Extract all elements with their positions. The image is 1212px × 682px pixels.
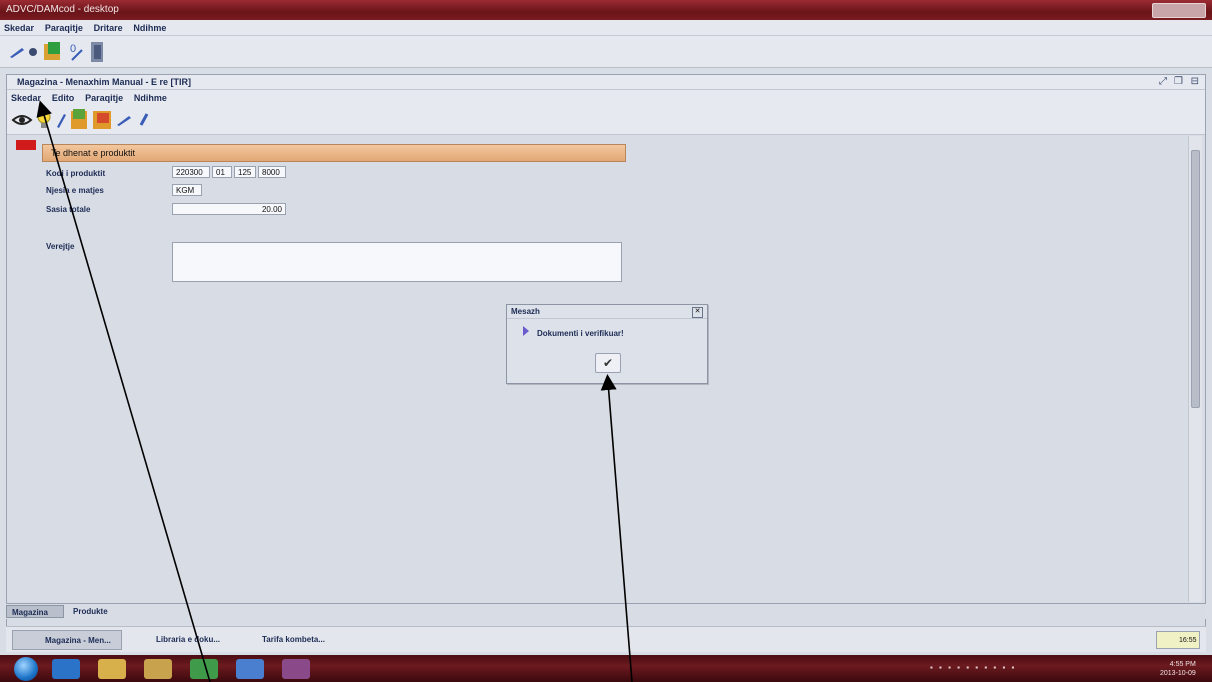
close-window-icon[interactable]: ⊟ [1191, 76, 1199, 87]
menu-ndihme[interactable]: Ndihme [129, 20, 170, 36]
inner-toolbar [7, 105, 1205, 135]
app-menu-bar: Skedar Paraqitje Dritare Ndihme [0, 20, 1212, 36]
os-title-bar: ADVC/DAMcod - desktop [0, 0, 1212, 20]
bottom-tabs: Magazina Produkte [6, 603, 1206, 619]
field-label-unit: Njesia e matjes [46, 186, 104, 195]
task-tarifa[interactable]: Tarifa kombeta... [230, 630, 340, 650]
inner-menu-bar: Skedar Edito Paraqitje Ndihme [7, 90, 1205, 105]
task-tarifa-label: Tarifa kombeta... [262, 635, 325, 644]
product-code-part2-input[interactable]: 01 [212, 166, 232, 178]
unit-input[interactable]: KGM [172, 184, 202, 196]
view-eye-icon[interactable] [11, 111, 33, 129]
task-magazina-label: Magazina - Men... [45, 636, 111, 645]
inner-menu-ndihme[interactable]: Ndihme [130, 90, 171, 106]
total-quantity-input[interactable]: 20.00 [172, 203, 286, 215]
task-libraria-label: Libraria e doku... [156, 635, 221, 644]
os-window-title: ADVC/DAMcod - desktop [6, 4, 119, 15]
menu-skedar[interactable]: Skedar [0, 20, 38, 36]
maximize-icon[interactable]: ❐ [1174, 76, 1183, 87]
inner-menu-paraqitje[interactable]: Paraqitje [81, 90, 127, 106]
menu-paraqitje[interactable]: Paraqitje [41, 20, 87, 36]
media-icon[interactable] [144, 659, 172, 679]
window-controls[interactable] [1152, 3, 1206, 18]
attach-icon[interactable] [137, 111, 151, 127]
field-label-notes: Verejtje [46, 242, 75, 251]
system-date: 2013-10-09 [1160, 670, 1196, 677]
ok-button[interactable]: ✔ [595, 353, 621, 373]
notes-textarea[interactable] [172, 242, 622, 282]
folder-icon[interactable] [98, 659, 126, 679]
section-header: Te dhenat e produktit [42, 144, 626, 162]
pencil-edit-icon[interactable] [55, 111, 67, 129]
tab-magazina[interactable]: Magazina [6, 605, 64, 618]
task-magazina[interactable]: Magazina - Men... [12, 630, 122, 650]
system-clock[interactable]: 4:55 PM 2013-10-09 [1160, 660, 1196, 678]
vertical-scrollbar[interactable] [1188, 136, 1202, 602]
print-doc-icon[interactable] [91, 107, 113, 131]
product-code-part1-input[interactable]: 220300 [172, 166, 210, 178]
verify-lightbulb-icon[interactable] [35, 109, 53, 131]
dialog-title: Mesazh [511, 307, 540, 316]
restore-icon[interactable]: ⤢ [1159, 76, 1167, 87]
save-doc-icon[interactable] [69, 107, 89, 131]
inner-menu-edito[interactable]: Edito [48, 90, 79, 106]
pencil-icon[interactable] [8, 45, 26, 59]
system-time: 4:55 PM [1169, 661, 1196, 668]
word-icon[interactable] [236, 659, 264, 679]
windows-taskbar: ▪ ▪ ▪ ▪ ▪ ▪ ▪ ▪ ▪ ▪ 4:55 PM 2013-10-09 [0, 655, 1212, 682]
app-toolbar: 0 [0, 36, 1212, 68]
task-libraria[interactable]: Libraria e doku... [124, 630, 228, 650]
scroll-thumb[interactable] [1191, 150, 1200, 408]
message-dialog: Mesazh ✕ Dokumenti i verifikuar! ✔ [506, 304, 708, 384]
dialog-title-bar: Mesazh ✕ [507, 305, 707, 319]
product-code-part4-input[interactable]: 8000 [258, 166, 286, 178]
brush-icon[interactable] [115, 113, 133, 127]
inner-window-title: Magazina - Menaxhim Manual - E re [TIR] [17, 77, 192, 87]
status-flag-icon [16, 140, 36, 150]
excel-icon[interactable] [190, 659, 218, 679]
app-clock: 16:55 [1156, 631, 1200, 649]
info-arrow-icon [523, 326, 529, 336]
inner-title-bar: Magazina - Menaxhim Manual - E re [TIR] … [7, 75, 1205, 90]
settings-icon[interactable]: 0 [68, 40, 86, 62]
field-label-product-code: Kodi i produktit [46, 169, 106, 178]
dialog-message: Dokumenti i verifikuar! [537, 329, 624, 338]
svg-text:0: 0 [70, 43, 76, 55]
start-orb-icon[interactable] [14, 657, 38, 681]
system-tray[interactable]: ▪ ▪ ▪ ▪ ▪ ▪ ▪ ▪ ▪ ▪ [930, 663, 1016, 672]
app-icon[interactable] [282, 659, 310, 679]
product-code-part3-input[interactable]: 125 [234, 166, 256, 178]
inner-menu-skedar[interactable]: Skedar [7, 90, 45, 106]
documents-icon[interactable] [42, 40, 64, 64]
field-label-total-quantity: Sasia totale [46, 205, 91, 214]
menu-dritare[interactable]: Dritare [90, 20, 127, 36]
exit-door-icon[interactable] [88, 40, 108, 64]
wrench-icon[interactable] [26, 45, 40, 59]
dialog-close-icon[interactable]: ✕ [692, 307, 703, 318]
ie-icon[interactable] [52, 659, 80, 679]
tab-produkte[interactable]: Produkte [68, 605, 128, 618]
app-task-bar: Magazina - Men... Libraria e doku... Tar… [6, 626, 1206, 652]
